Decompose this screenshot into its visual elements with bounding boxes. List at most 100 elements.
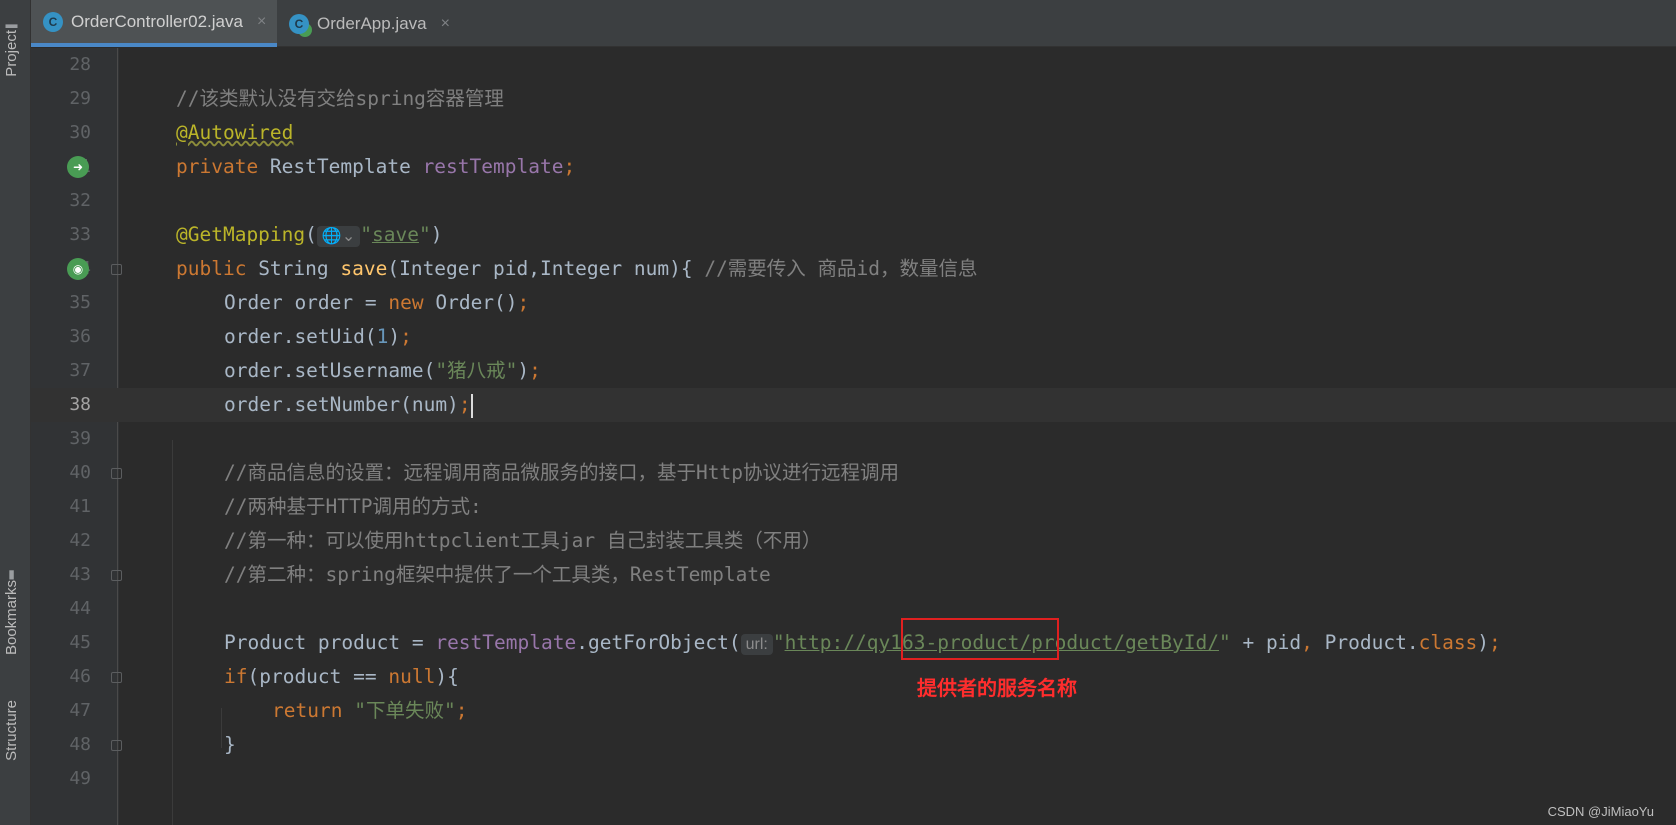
semicolon: ; [455, 699, 468, 722]
quote: " [1218, 631, 1231, 654]
code-text: @GetMapping(🌐⌄ "save") [176, 218, 442, 254]
code-line: 43 //第二种：spring框架中提供了一个工具类，RestTemplate [31, 558, 1676, 592]
editor-tab-bar: C OrderController02.java × C OrderApp.ja… [31, 0, 1676, 47]
bookmarks-tool-label: Bookmarks [3, 580, 20, 656]
semicolon: ; [529, 359, 541, 382]
code-text: Product product = restTemplate.getForObj… [224, 626, 1501, 662]
autowire-bean-icon[interactable]: ➜ [67, 156, 89, 178]
annotation: @Autowired [176, 121, 294, 144]
code-segment: + pid [1230, 631, 1302, 654]
fold-icon[interactable] [111, 740, 122, 751]
code-text: //两种基于HTTP调用的方式: [224, 490, 482, 524]
code-segment: ) [1477, 631, 1490, 654]
code-editor[interactable]: 28 29 //该类默认没有交给spring容器管理 30 @Autowired… [31, 48, 1676, 825]
comment: //第一种：可以使用httpclient工具jar 自己封装工具类（不用） [224, 529, 822, 552]
comment: //商品信息的设置：远程调用商品微服务的接口，基于Http协议进行远程调用 [224, 461, 899, 484]
paren: ) [430, 223, 443, 246]
keyword: class [1418, 631, 1478, 654]
line-number: 32 [69, 190, 91, 211]
parameter-hint: url: [740, 634, 773, 655]
code-text: order.setUid(1); [224, 320, 412, 354]
watermark: CSDN @JiMiaoYu [1547, 804, 1654, 819]
params: (Integer pid,Integer num){ [387, 257, 705, 280]
line-number: 47 [69, 700, 91, 721]
code-line: 49 [31, 762, 1676, 796]
fold-icon[interactable] [111, 570, 122, 581]
fold-icon[interactable] [111, 672, 122, 683]
line-number: 36 [69, 326, 91, 347]
mapping-path[interactable]: save [372, 223, 419, 246]
code-segment: ) [388, 325, 401, 348]
comment: //两种基于HTTP调用的方式: [224, 495, 482, 518]
code-segment: Product product = [224, 631, 436, 654]
semicolon: ; [1489, 631, 1501, 654]
quote: " [360, 223, 372, 246]
keyword: if [224, 665, 248, 688]
line-number: 43 [69, 564, 91, 585]
close-icon[interactable]: × [257, 13, 266, 31]
annotation-label: 提供者的服务名称 [917, 678, 1077, 700]
keyword: private [176, 155, 259, 178]
code-line: 45 Product product = restTemplate.getFor… [31, 626, 1676, 660]
code-line: 40 //商品信息的设置：远程调用商品微服务的接口，基于Http协议进行远程调用 [31, 456, 1676, 490]
code-line: 47 return "下单失败"; [31, 694, 1676, 728]
bookmarks-tool-button[interactable]: Bookmarks ▮ [3, 564, 20, 655]
quote: " [418, 223, 431, 246]
code-line: 33 @GetMapping(🌐⌄ "save") [31, 218, 1676, 252]
keyword: return [272, 699, 343, 722]
text-caret [470, 393, 473, 418]
code-text: //第一种：可以使用httpclient工具jar 自己封装工具类（不用） [224, 524, 821, 558]
code-line: 32 [31, 184, 1676, 218]
project-tool-button[interactable]: Project ▬ [3, 14, 20, 77]
code-line: 37 order.setUsername("猪八戒"); [31, 354, 1676, 388]
code-text: //商品信息的设置：远程调用商品微服务的接口，基于Http协议进行远程调用 [224, 456, 899, 490]
comment: //第二种：spring框架中提供了一个工具类，RestTemplate [224, 563, 771, 586]
code-text: if(product == null){ [224, 660, 459, 694]
code-line: 29 //该类默认没有交给spring容器管理 [31, 82, 1676, 116]
semicolon: ; [400, 325, 412, 348]
code-segment: ) [517, 359, 530, 382]
line-number: 28 [69, 54, 91, 75]
code-line: 30 @Autowired [31, 116, 1676, 150]
keyword: null [388, 665, 436, 688]
code-text: Order order = new Order(); [224, 286, 529, 320]
method-name: save [340, 257, 388, 280]
project-tool-label: Project [3, 30, 20, 77]
code-line: 41 //两种基于HTTP调用的方式: [31, 490, 1676, 524]
code-segment: (product == [247, 665, 389, 688]
fold-icon[interactable] [111, 468, 122, 479]
web-endpoint-icon[interactable]: ◉ [67, 258, 89, 280]
field-name: restTemplate [422, 155, 564, 178]
code-segment: order.setUsername( [224, 359, 436, 382]
code-line: 44 [31, 592, 1676, 626]
code-text: @Autowired [176, 116, 293, 150]
line-number: 39 [69, 428, 91, 449]
structure-tool-button[interactable]: Structure [3, 700, 20, 761]
comma: , [1301, 631, 1313, 654]
code-line: 42 //第一种：可以使用httpclient工具jar 自己封装工具类（不用） [31, 524, 1676, 558]
code-line: 35 Order order = new Order(); [31, 286, 1676, 320]
string-literal: "猪八戒" [435, 359, 518, 382]
comment: //该类默认没有交给spring容器管理 [176, 87, 504, 110]
code-segment: Order() [423, 291, 518, 314]
line-number: 29 [69, 88, 91, 109]
close-icon[interactable]: × [441, 15, 450, 33]
line-number: 49 [69, 768, 91, 789]
fold-icon[interactable] [111, 264, 122, 275]
code-segment: Product. [1312, 631, 1419, 654]
code-text: //该类默认没有交给spring容器管理 [176, 82, 504, 116]
line-number: 44 [69, 598, 91, 619]
globe-icon[interactable]: 🌐⌄ [316, 226, 361, 247]
spring-boot-class-icon: C [289, 13, 309, 34]
tab-orderapp[interactable]: C OrderApp.java × [277, 0, 457, 47]
code-text: //第二种：spring框架中提供了一个工具类，RestTemplate [224, 558, 771, 592]
tab-ordercontroller02[interactable]: C OrderController02.java × [31, 0, 277, 47]
code-line: 46 if(product == null){ [31, 660, 1676, 694]
code-segment: ){ [435, 665, 459, 688]
paren: ( [305, 223, 317, 246]
string-literal: "下单失败" [354, 699, 456, 722]
folder-icon: ▬ [5, 17, 18, 31]
semicolon: ; [458, 393, 471, 416]
line-number: 33 [69, 224, 91, 245]
